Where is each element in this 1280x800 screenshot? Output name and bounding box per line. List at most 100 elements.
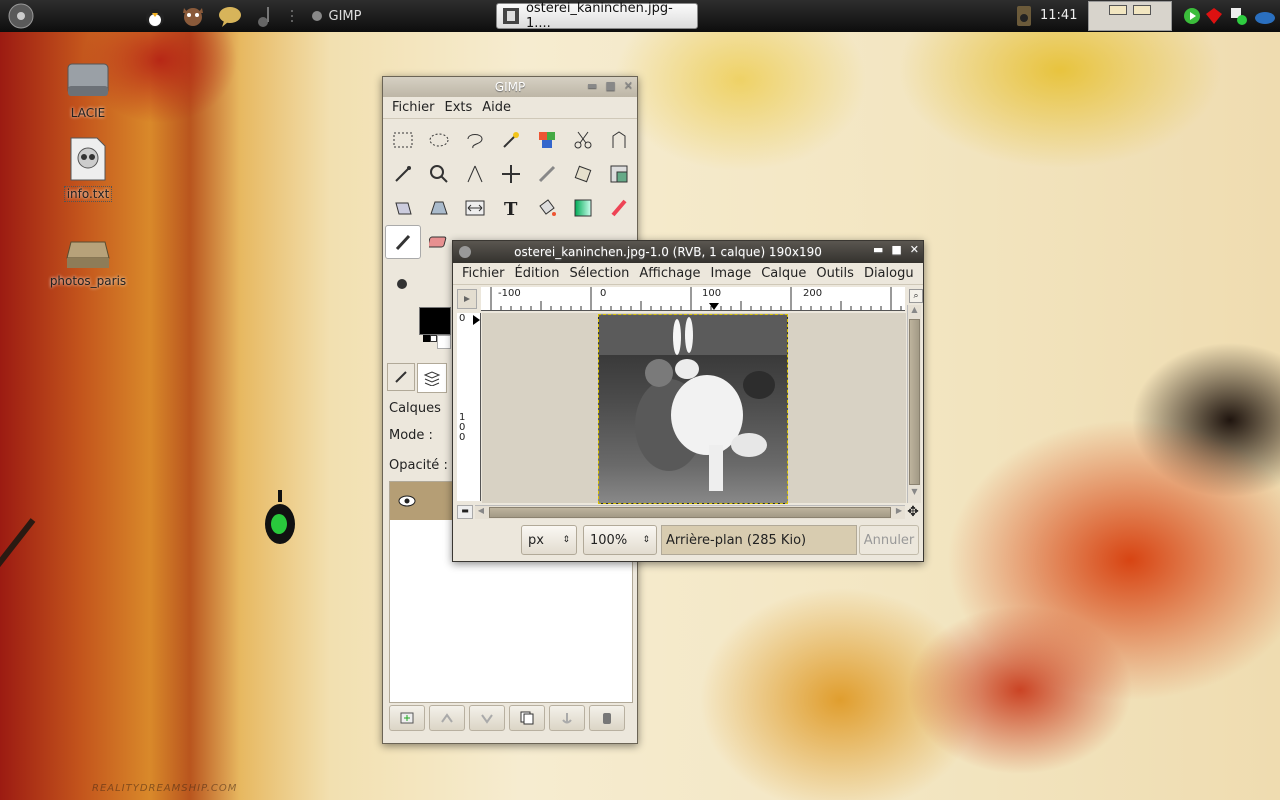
pointer-marker-icon xyxy=(709,303,719,310)
menu-edition[interactable]: Édition xyxy=(510,266,565,281)
scroll-right-icon[interactable]: ▶ xyxy=(893,506,905,519)
ruler-label: 0 xyxy=(459,432,466,443)
play-icon[interactable] xyxy=(1182,3,1202,29)
workspace-2[interactable] xyxy=(1133,5,1151,15)
ellipse-select-tool-icon[interactable] xyxy=(421,123,457,157)
tab-layers[interactable] xyxy=(417,363,447,393)
updates-icon[interactable] xyxy=(1252,3,1278,29)
menu-fichier[interactable]: Fichier xyxy=(457,266,510,281)
menu-fichier[interactable]: Fichier xyxy=(387,100,440,115)
bucket-fill-tool-icon[interactable] xyxy=(529,191,565,225)
scroll-down-icon[interactable]: ▼ xyxy=(908,487,921,499)
raise-layer-button[interactable] xyxy=(429,705,465,731)
vertical-scrollbar[interactable]: ▲ ▼ xyxy=(907,305,921,503)
layers-icon xyxy=(423,371,441,386)
default-colors-icon[interactable] xyxy=(423,335,437,349)
zoom-to-fit-icon[interactable]: ⌕ xyxy=(909,289,923,303)
horizontal-ruler[interactable]: -100 0 100 200 xyxy=(481,287,905,311)
mixer-icon[interactable] xyxy=(1012,3,1036,29)
workspace-switcher[interactable] xyxy=(1088,1,1172,31)
layers-buttons xyxy=(389,705,625,731)
perspective-tool-icon[interactable] xyxy=(421,191,457,225)
vertical-ruler[interactable]: 0 1 0 0 xyxy=(457,313,481,501)
zoom-tool-icon[interactable] xyxy=(421,157,457,191)
new-layer-icon xyxy=(400,712,414,724)
scroll-up-icon[interactable]: ▲ xyxy=(908,305,921,317)
scissors-tool-icon[interactable] xyxy=(565,123,601,157)
lasso-tool-icon[interactable] xyxy=(457,123,493,157)
maximize-icon[interactable]: ■ xyxy=(891,243,901,256)
canvas-area[interactable] xyxy=(482,313,906,504)
desktop-icon-lacie[interactable]: LACIE xyxy=(48,52,128,120)
navigate-icon[interactable]: ✥ xyxy=(905,504,921,520)
horizontal-scroll-thumb[interactable] xyxy=(489,507,891,518)
gimp-launcher-icon[interactable] xyxy=(176,3,210,29)
lower-layer-button[interactable] xyxy=(469,705,505,731)
workspace-1[interactable] xyxy=(1109,5,1127,15)
background-color-swatch[interactable] xyxy=(437,335,451,349)
menu-calque[interactable]: Calque xyxy=(756,266,811,281)
close-icon[interactable]: ✕ xyxy=(624,79,633,92)
new-layer-button[interactable] xyxy=(389,705,425,731)
scale-tool-icon[interactable] xyxy=(601,157,637,191)
navigate-mask-icon[interactable]: ▬ xyxy=(457,505,473,519)
top-panel: GIMP osterei_kaninchen.jpg-1.... 11:41 xyxy=(0,0,1280,32)
network-icon[interactable] xyxy=(1228,3,1250,29)
watermark: REALITYDREAMSHIP.COM xyxy=(92,783,238,794)
minimize-icon[interactable]: ▬ xyxy=(587,79,597,92)
music-launcher-icon[interactable] xyxy=(252,3,282,29)
color-select-tool-icon[interactable] xyxy=(529,123,565,157)
shear-tool-icon[interactable] xyxy=(385,191,421,225)
zoom-select[interactable]: 100% ⇕ xyxy=(583,525,657,555)
menu-dialogues[interactable]: Dialogu xyxy=(859,266,919,281)
menu-aide[interactable]: Aide xyxy=(477,100,516,115)
anchor-layer-button[interactable] xyxy=(549,705,585,731)
desktop-icon-photos-paris[interactable]: photos_paris xyxy=(48,232,128,288)
image-canvas[interactable] xyxy=(598,314,788,504)
gem-icon[interactable] xyxy=(1203,3,1225,29)
duplicate-layer-button[interactable] xyxy=(509,705,545,731)
text-tool-icon[interactable]: T xyxy=(493,191,529,225)
rotate-tool-icon[interactable] xyxy=(565,157,601,191)
toolbox-titlebar[interactable]: GIMP ▬ ■ ✕ xyxy=(383,77,637,97)
foreground-select-tool-icon[interactable] xyxy=(601,123,637,157)
menu-affichage[interactable]: Affichage xyxy=(634,266,705,281)
move-tool-icon[interactable] xyxy=(493,157,529,191)
quick-mask-menu-button[interactable] xyxy=(457,289,477,309)
tux-launcher-icon[interactable] xyxy=(140,3,170,29)
airbrush-tool-icon[interactable] xyxy=(385,265,419,299)
desktop-icon-info-txt[interactable]: info.txt xyxy=(48,132,128,202)
rect-select-tool-icon[interactable] xyxy=(385,123,421,157)
pencil-tool-icon[interactable] xyxy=(601,191,637,225)
maximize-icon[interactable]: ■ xyxy=(605,79,615,92)
main-menu-button[interactable] xyxy=(4,3,38,29)
chat-launcher-icon[interactable] xyxy=(214,3,246,29)
vertical-scroll-thumb[interactable] xyxy=(909,319,920,485)
scroll-left-icon[interactable]: ◀ xyxy=(475,506,487,519)
unit-select[interactable]: px ⇕ xyxy=(521,525,577,555)
flip-tool-icon[interactable] xyxy=(457,191,493,225)
close-icon[interactable]: ✕ xyxy=(910,243,919,256)
magic-wand-tool-icon[interactable] xyxy=(493,123,529,157)
tab-tool-options[interactable] xyxy=(387,363,415,391)
cancel-button[interactable]: Annuler xyxy=(859,525,919,555)
minimize-icon[interactable]: ▬ xyxy=(873,243,883,256)
eye-visibility-icon[interactable] xyxy=(398,495,416,507)
menu-image[interactable]: Image xyxy=(705,266,756,281)
measure-tool-icon[interactable] xyxy=(457,157,493,191)
gradient-tool-icon[interactable] xyxy=(565,191,601,225)
menu-outils[interactable]: Outils xyxy=(811,266,859,281)
delete-layer-button[interactable] xyxy=(589,705,625,731)
active-app-label[interactable]: GIMP xyxy=(300,3,372,29)
crop-tool-icon[interactable] xyxy=(529,157,565,191)
paths-tool-icon[interactable] xyxy=(385,157,421,191)
foreground-color-swatch[interactable] xyxy=(419,307,451,335)
menu-exts[interactable]: Exts xyxy=(440,100,478,115)
paintbrush-tool-icon[interactable] xyxy=(385,225,421,259)
menu-selection[interactable]: Sélection xyxy=(564,266,634,281)
horizontal-scrollbar[interactable]: ◀ ▶ xyxy=(475,505,905,519)
image-window-titlebar[interactable]: osterei_kaninchen.jpg-1.0 (RVB, 1 calque… xyxy=(453,241,923,263)
taskbar-item-image-window[interactable]: osterei_kaninchen.jpg-1.... xyxy=(496,1,698,31)
clock[interactable]: 11:41 xyxy=(1040,8,1077,23)
svg-text:T: T xyxy=(504,199,518,218)
